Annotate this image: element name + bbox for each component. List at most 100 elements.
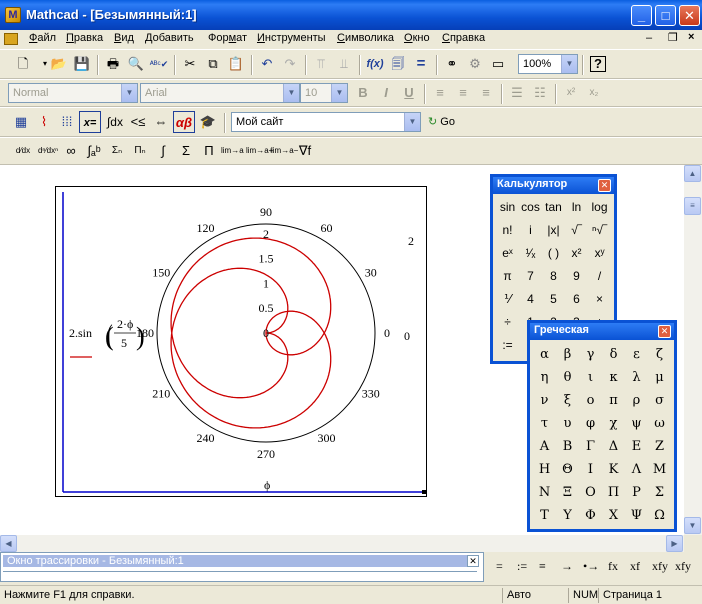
- spell-check-icon[interactable]: ᴬᴮᶜ✔: [148, 53, 170, 75]
- calc-key-1[interactable]: cos: [519, 196, 542, 219]
- scroll-left-icon[interactable]: ◀: [0, 535, 17, 552]
- menu-item-8[interactable]: Справка: [442, 32, 485, 44]
- greek-key-33[interactable]: Κ: [602, 458, 625, 481]
- limit-left-icon[interactable]: lim→a−: [271, 140, 298, 162]
- infinity-icon[interactable]: ∞: [60, 140, 82, 162]
- mdi-restore-icon[interactable]: ❐: [668, 31, 678, 44]
- greek-key-8[interactable]: ι: [579, 366, 602, 389]
- range-sum-icon[interactable]: Σₙ: [106, 140, 128, 162]
- greek-key-17[interactable]: σ: [648, 389, 671, 412]
- trace-content[interactable]: [3, 571, 477, 579]
- greek-key-35[interactable]: Μ: [648, 458, 671, 481]
- vector-field-icon[interactable]: ∇f: [294, 140, 316, 162]
- close-button[interactable]: ✕: [679, 5, 700, 26]
- matrix-toolbar-icon[interactable]: ⁞⁞⁞: [56, 111, 78, 133]
- graph-toolbar-icon[interactable]: ⌇: [33, 111, 55, 133]
- calc-key-16[interactable]: 7: [519, 265, 542, 288]
- greek-key-45[interactable]: Χ: [602, 504, 625, 527]
- nth-derivative-icon[interactable]: dⁿ⁄dxⁿ: [37, 140, 59, 162]
- font-combo[interactable]: Arial ▼: [140, 83, 300, 103]
- eval-op-8[interactable]: xfy: [675, 559, 691, 574]
- indefinite-integral-icon[interactable]: ∫: [152, 140, 174, 162]
- calc-key-30[interactable]: :=: [496, 334, 519, 357]
- scroll-down-icon[interactable]: ▼: [684, 517, 701, 534]
- eval-op-6[interactable]: xf: [630, 559, 640, 574]
- product-icon[interactable]: Π: [198, 140, 220, 162]
- copy-icon[interactable]: ⧉: [202, 53, 224, 75]
- greek-key-7[interactable]: θ: [556, 366, 579, 389]
- open-icon[interactable]: 📂: [48, 53, 70, 75]
- calc-key-3[interactable]: ln: [565, 196, 588, 219]
- superscript-icon[interactable]: x²: [560, 82, 582, 104]
- greek-key-37[interactable]: Ξ: [556, 481, 579, 504]
- mdi-close-icon[interactable]: ×: [688, 31, 694, 43]
- calc-key-0[interactable]: sin: [496, 196, 519, 219]
- calc-key-6[interactable]: i: [519, 219, 542, 242]
- greek-key-2[interactable]: γ: [579, 343, 602, 366]
- redo-icon[interactable]: ↷: [279, 53, 301, 75]
- range-product-icon[interactable]: Πₙ: [129, 140, 151, 162]
- plot-resize-handle[interactable]: [422, 490, 426, 494]
- greek-key-15[interactable]: π: [602, 389, 625, 412]
- zoom-combo[interactable]: 100% ▼: [518, 54, 578, 74]
- calc-key-14[interactable]: xʸ: [588, 242, 611, 265]
- greek-toolbar-icon[interactable]: αβ: [173, 111, 195, 133]
- greek-key-47[interactable]: Ω: [648, 504, 671, 527]
- greek-key-16[interactable]: ρ: [625, 389, 648, 412]
- align-top-icon[interactable]: ⫪: [310, 53, 332, 75]
- calc-key-24[interactable]: ×: [588, 288, 611, 311]
- greek-key-41[interactable]: Σ: [648, 481, 671, 504]
- insert-unit-icon[interactable]: 🗐: [387, 53, 409, 75]
- calc-key-7[interactable]: |x|: [542, 219, 565, 242]
- align-right-icon[interactable]: ≡: [475, 82, 497, 104]
- limit-right-icon[interactable]: lim→a+: [246, 140, 273, 162]
- component-icon[interactable]: ⚙: [464, 53, 486, 75]
- new-icon[interactable]: 🗋: [12, 53, 34, 75]
- greek-key-39[interactable]: Π: [602, 481, 625, 504]
- scroll-up-icon[interactable]: ▲: [684, 165, 701, 182]
- greek-key-6[interactable]: η: [533, 366, 556, 389]
- calc-key-10[interactable]: eˣ: [496, 242, 519, 265]
- boolean-toolbar-icon[interactable]: <≤: [127, 111, 149, 133]
- insert-function-icon[interactable]: f(x): [364, 53, 386, 75]
- print-icon[interactable]: 🖶: [102, 53, 124, 75]
- underline-button[interactable]: U: [398, 82, 420, 104]
- greek-key-11[interactable]: μ: [648, 366, 671, 389]
- greek-key-18[interactable]: τ: [533, 412, 556, 435]
- menu-item-7[interactable]: Окно: [404, 32, 430, 44]
- undo-icon[interactable]: ↶: [256, 53, 278, 75]
- resource-center-icon[interactable]: ▭: [487, 53, 509, 75]
- greek-key-26[interactable]: Γ: [579, 435, 602, 458]
- greek-key-20[interactable]: φ: [579, 412, 602, 435]
- minimize-button[interactable]: _: [631, 5, 652, 26]
- italic-button[interactable]: I: [375, 82, 397, 104]
- save-icon[interactable]: 💾: [71, 53, 93, 75]
- calc-key-4[interactable]: log: [588, 196, 611, 219]
- eval-op-2[interactable]: ≡: [539, 559, 546, 574]
- eval-op-3[interactable]: →: [561, 559, 573, 574]
- greek-key-14[interactable]: ο: [579, 389, 602, 412]
- document-icon[interactable]: [4, 33, 18, 45]
- menu-item-6[interactable]: Символика: [337, 32, 394, 44]
- greek-key-1[interactable]: β: [556, 343, 579, 366]
- calculus-toolbar-icon[interactable]: ∫dx: [104, 111, 126, 133]
- cut-icon[interactable]: ✂: [179, 53, 201, 75]
- font-size-combo[interactable]: 10 ▼: [300, 83, 348, 103]
- evaluation-toolbar-icon[interactable]: x=: [79, 111, 101, 133]
- calculator-toolbar-icon[interactable]: ▦: [10, 111, 32, 133]
- programming-toolbar-icon[interactable]: ⇔: [150, 111, 172, 133]
- vertical-scrollbar[interactable]: ▲ ≡ ▼: [684, 165, 702, 535]
- greek-key-9[interactable]: κ: [602, 366, 625, 389]
- greek-key-25[interactable]: Β: [556, 435, 579, 458]
- calculate-icon[interactable]: =: [410, 53, 432, 75]
- align-left-icon[interactable]: ≡: [429, 82, 451, 104]
- greek-key-32[interactable]: Ι: [579, 458, 602, 481]
- limit-icon[interactable]: lim→a: [221, 140, 244, 162]
- menu-item-2[interactable]: Вид: [114, 32, 134, 44]
- go-button[interactable]: ↻ Go: [428, 115, 455, 128]
- greek-key-4[interactable]: ε: [625, 343, 648, 366]
- mdi-minimize-icon[interactable]: –: [646, 32, 652, 44]
- greek-key-21[interactable]: χ: [602, 412, 625, 435]
- greek-key-29[interactable]: Ζ: [648, 435, 671, 458]
- calc-key-21[interactable]: 4: [519, 288, 542, 311]
